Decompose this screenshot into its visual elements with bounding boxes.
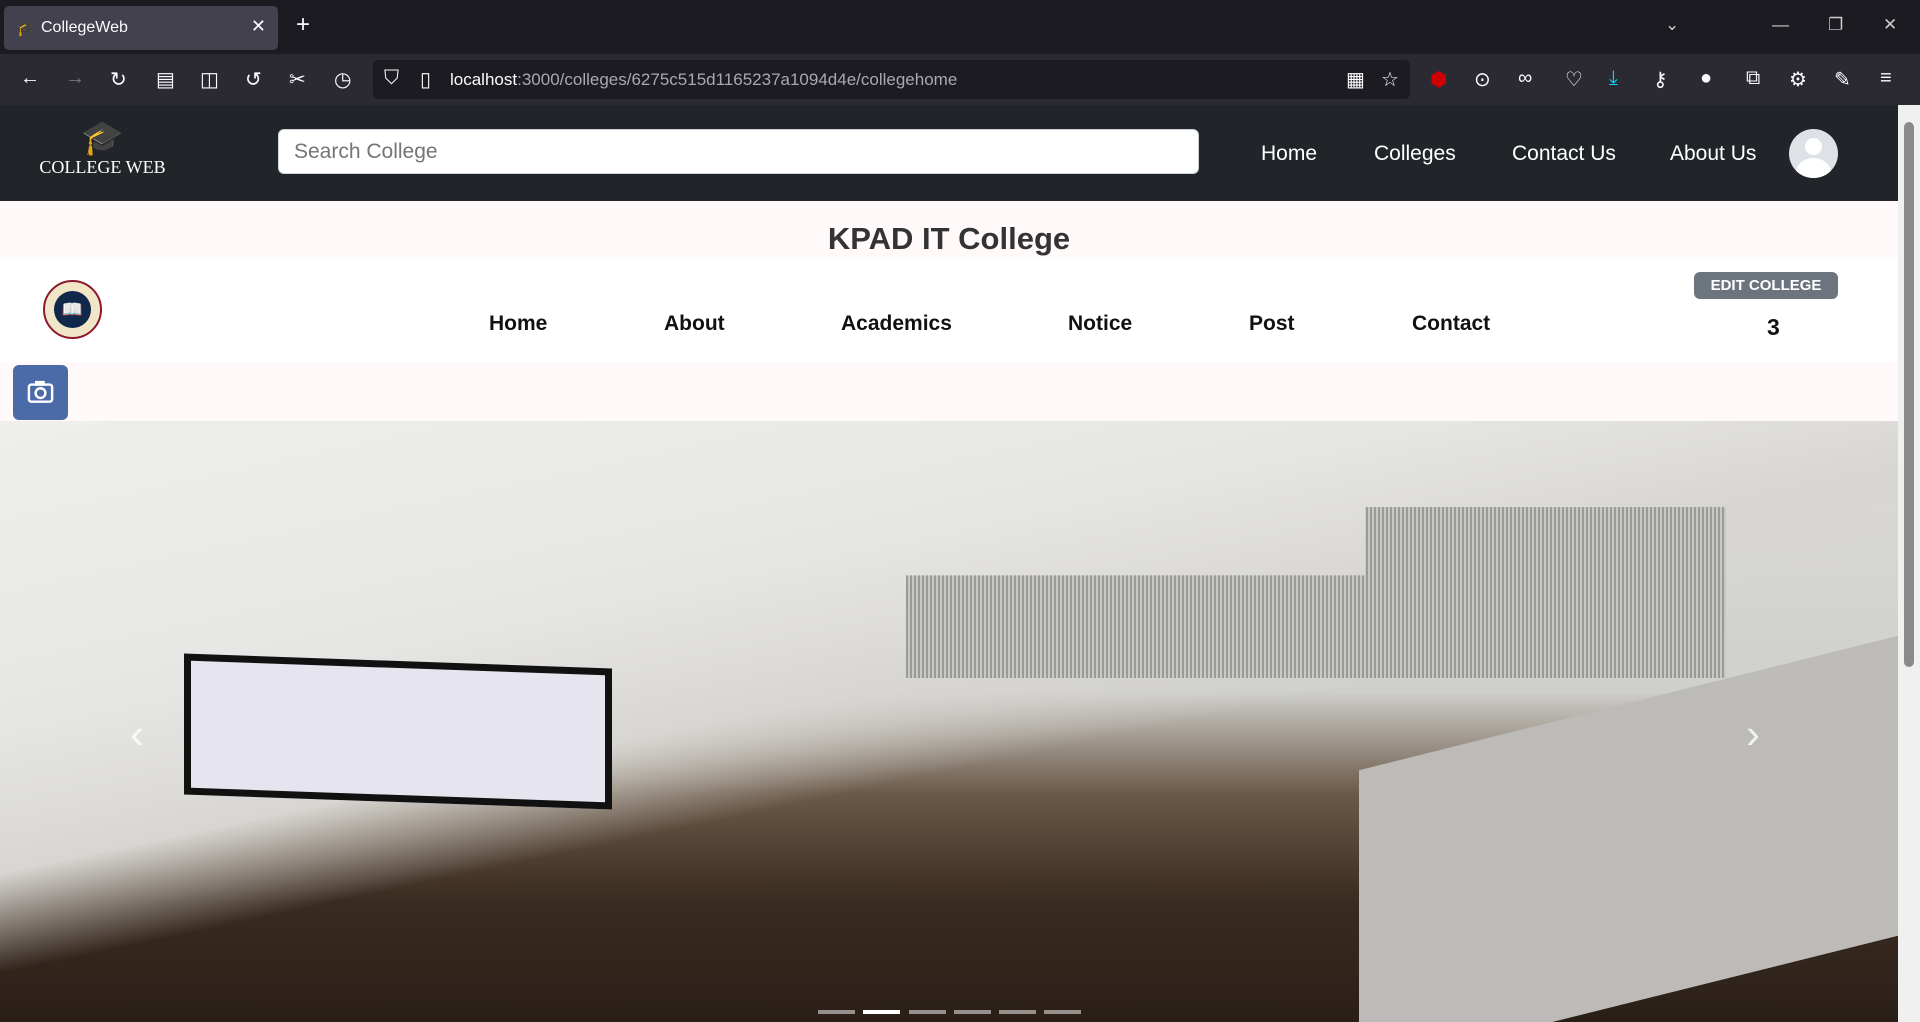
graduation-cap-icon: 🎓 (81, 120, 124, 157)
sidebar-icon[interactable]: ◫ (200, 67, 219, 92)
carousel-indicator[interactable] (818, 1010, 855, 1014)
college-nav-academics[interactable]: Academics (841, 312, 952, 336)
projector-screen (184, 653, 612, 810)
acoustic-panel (906, 507, 1726, 678)
minimize-button[interactable]: — (1772, 15, 1789, 35)
camera-icon (27, 380, 54, 403)
bookmark-star-icon[interactable]: ☆ (1381, 67, 1399, 92)
clock-icon[interactable]: ◷ (334, 67, 351, 92)
menu-icon[interactable]: ≡ (1880, 67, 1892, 90)
edit-college-button[interactable]: EDIT COLLEGE (1694, 272, 1838, 299)
tab-bar: 🎓 CollegeWeb ✕ + ⌄ — ❐ ✕ (0, 0, 1920, 54)
ublock-icon[interactable]: ⬢ (1430, 67, 1447, 92)
shield-icon[interactable]: ⛉ (384, 67, 399, 90)
change-photo-button[interactable] (13, 365, 68, 420)
qr-icon[interactable]: ▦ (1346, 67, 1365, 92)
history-back-icon[interactable]: ↺ (245, 67, 262, 92)
close-tab-icon[interactable]: ✕ (251, 16, 266, 37)
address-bar[interactable]: ⛉ ▯ localhost:3000/colleges/6275c515d116… (373, 60, 1410, 99)
tab-collegeweb[interactable]: 🎓 CollegeWeb ✕ (4, 6, 278, 50)
key-icon[interactable]: ⚷ (1653, 67, 1668, 92)
carousel-prev-icon[interactable]: ‹ (130, 710, 144, 758)
search-input[interactable] (278, 129, 1199, 174)
page-icon: ▯ (420, 69, 432, 91)
nav-home[interactable]: Home (1261, 142, 1317, 166)
nav-colleges[interactable]: Colleges (1374, 142, 1456, 166)
carousel-next-icon[interactable]: › (1746, 710, 1760, 758)
settings-gear-icon[interactable]: ⚙ (1789, 67, 1807, 92)
mask-icon[interactable]: ∞ (1518, 67, 1532, 90)
back-icon[interactable]: ← (20, 67, 40, 90)
url-path: :3000/colleges/6275c515d1165237a1094d4e/… (517, 70, 958, 89)
reload-icon[interactable]: ↻ (110, 67, 127, 92)
extension-glasses-icon[interactable]: ⊙ (1474, 67, 1491, 92)
college-nav-about[interactable]: About (664, 312, 725, 336)
site-header: 🎓 COLLEGE WEB Home Colleges Contact Us A… (0, 105, 1898, 201)
account-l-icon[interactable]: ● (1700, 67, 1712, 90)
restore-button[interactable]: ❐ (1828, 15, 1843, 35)
seating-wall (1359, 635, 1898, 1022)
browser-toolbar: ← → ↻ ▤ ◫ ↺ ✂ ◷ ⛉ ▯ localhost:3000/colle… (0, 54, 1920, 105)
url-host: localhost (450, 70, 518, 89)
nav-about-us[interactable]: About Us (1670, 142, 1756, 166)
nav-contact-us[interactable]: Contact Us (1512, 142, 1616, 166)
carousel-indicator-active[interactable] (863, 1010, 900, 1014)
graduation-cap-icon: 🎓 (16, 20, 36, 37)
college-nav-home[interactable]: Home (489, 312, 547, 336)
college-title: KPAD IT College (827, 221, 1071, 256)
college-page: KPAD IT College 📖 Home About Academics N… (0, 201, 1898, 1022)
carousel-indicator[interactable] (954, 1010, 991, 1014)
download-icon[interactable]: ⤓ (1609, 67, 1618, 90)
college-count: 3 (1767, 314, 1780, 340)
tab-title: CollegeWeb (41, 19, 128, 36)
college-seal-logo: 📖 (43, 280, 102, 339)
new-tab-button[interactable]: + (296, 11, 310, 39)
close-window-button[interactable]: ✕ (1883, 15, 1897, 35)
college-nav: 📖 Home About Academics Notice Post Conta… (0, 257, 1898, 362)
book-icon: 📖 (54, 291, 91, 328)
carousel: ‹ › (0, 421, 1898, 1022)
reader-icon[interactable]: ▤ (156, 67, 175, 92)
forward-icon[interactable]: → (65, 67, 85, 90)
scrollbar[interactable] (1898, 105, 1920, 1022)
carousel-indicator[interactable] (1044, 1010, 1081, 1014)
pen-icon[interactable]: ✎ (1834, 67, 1851, 92)
carousel-indicator[interactable] (909, 1010, 946, 1014)
carousel-indicator[interactable] (999, 1010, 1036, 1014)
logo-text: COLLEGE WEB (39, 157, 166, 177)
list-tabs-icon[interactable]: ⌄ (1665, 15, 1679, 35)
screenshot-icon[interactable]: ✂ (289, 67, 306, 92)
college-nav-notice[interactable]: Notice (1068, 312, 1132, 336)
college-nav-post[interactable]: Post (1249, 312, 1295, 336)
extensions-icon[interactable]: ⧉ (1746, 67, 1760, 90)
college-nav-contact[interactable]: Contact (1412, 312, 1490, 336)
site-logo[interactable]: 🎓 COLLEGE WEB (39, 120, 166, 178)
scrollbar-thumb[interactable] (1904, 122, 1914, 667)
user-avatar[interactable] (1789, 129, 1838, 178)
pocket-icon[interactable]: ♡ (1565, 67, 1583, 92)
